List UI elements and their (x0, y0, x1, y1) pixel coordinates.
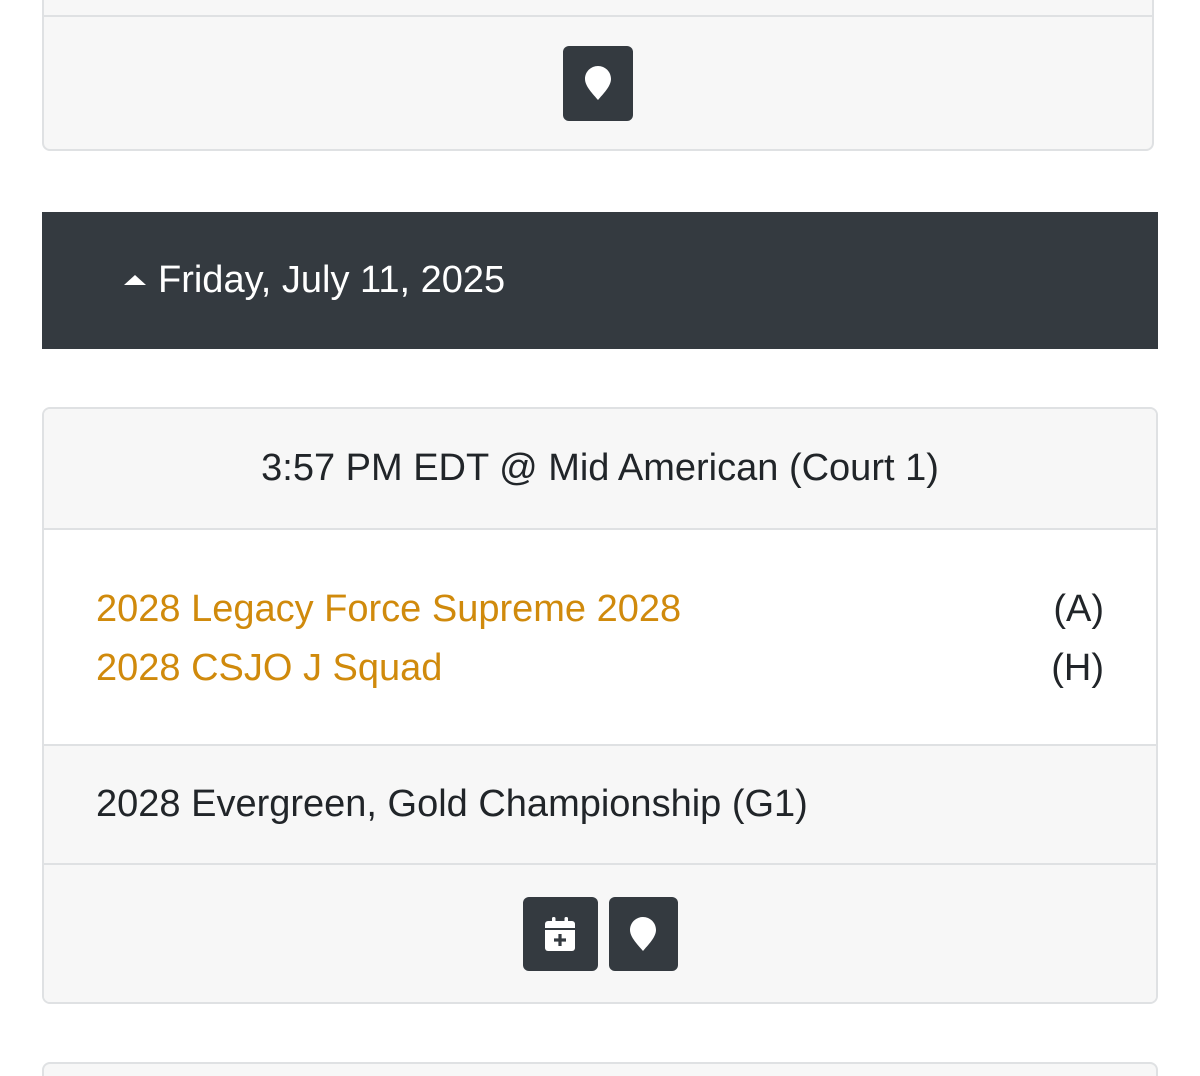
team-row: 2028 CSJO J Squad (H) (96, 639, 1104, 698)
match-time-location: 3:57 PM EDT @ Mid American (Court 1) (44, 409, 1156, 530)
previous-match-card (42, 0, 1154, 151)
next-match-card (42, 1062, 1158, 1076)
team-link-away[interactable]: 2028 Legacy Force Supreme 2028 (96, 588, 681, 631)
team-side-home: (H) (1051, 647, 1104, 689)
day-header[interactable]: Friday, July 11, 2025 (42, 212, 1158, 349)
match-card: 3:57 PM EDT @ Mid American (Court 1) 202… (42, 407, 1158, 1004)
team-row: 2028 Legacy Force Supreme 2028 (A) (96, 580, 1104, 639)
card-actions (44, 865, 1156, 1002)
schedule-page: Friday, July 11, 2025 3:57 PM EDT @ Mid … (0, 0, 1200, 1076)
event-name: 2028 Evergreen, Gold Championship (G1) (96, 783, 808, 825)
match-teams: 2028 Legacy Force Supreme 2028 (A) 2028 … (44, 530, 1156, 746)
map-location-button[interactable] (563, 45, 633, 121)
caret-up-icon (124, 274, 146, 285)
map-marker-icon (585, 66, 611, 100)
card-actions (44, 17, 1152, 149)
team-link-home[interactable]: 2028 CSJO J Squad (96, 647, 442, 690)
day-label: Friday, July 11, 2025 (158, 259, 506, 301)
match-header-text: 3:57 PM EDT @ Mid American (Court 1) (261, 447, 939, 489)
match-event: 2028 Evergreen, Gold Championship (G1) (44, 746, 1156, 865)
add-to-calendar-button[interactable] (522, 896, 598, 971)
map-location-button[interactable] (608, 896, 678, 971)
calendar-plus-icon (545, 916, 575, 951)
team-side-away: (A) (1053, 588, 1104, 630)
map-marker-icon (630, 916, 656, 951)
